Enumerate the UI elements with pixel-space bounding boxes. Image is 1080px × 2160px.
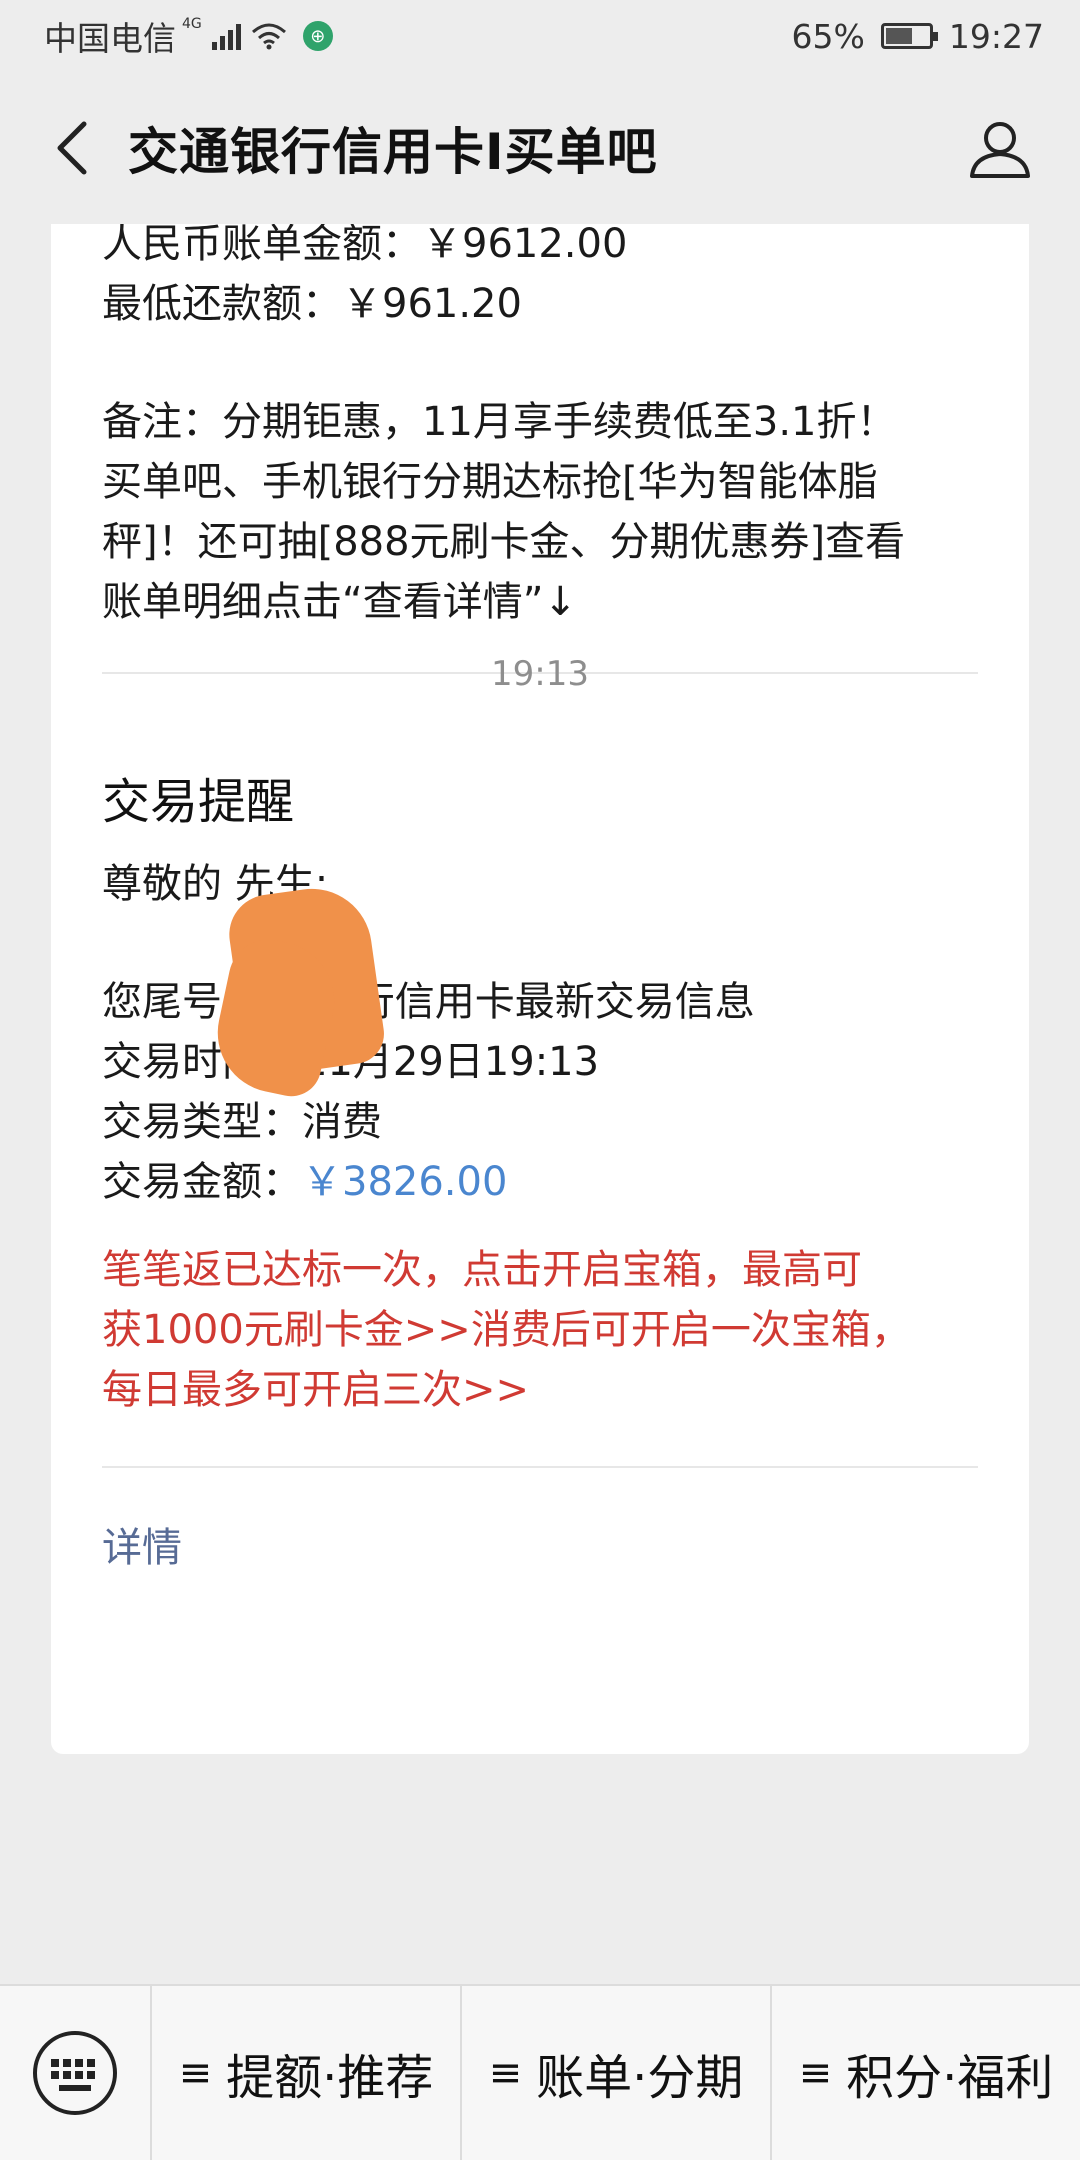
transaction-details-link[interactable]: 详情 bbox=[102, 1468, 978, 1628]
menu-bill-installment[interactable]: ≡ 账单·分期 bbox=[462, 1985, 772, 2160]
note-line: 秤]！还可抽[888元刷卡金、分期优惠券]查看 bbox=[102, 519, 906, 565]
message-list[interactable]: 人民币账单金额：￥9612.00 最低还款额：￥961.20 备注：分期钜惠，1… bbox=[0, 224, 1080, 1984]
menu-list-icon: ≡ bbox=[178, 2050, 213, 2096]
note-line: 买单吧、手机银行分期达标抢[华为智能体脂 bbox=[102, 459, 878, 505]
card-title: 交易提醒 bbox=[102, 774, 295, 830]
keyboard-toggle-button[interactable] bbox=[0, 1985, 152, 2160]
transaction-message-card[interactable]: 交易提醒 尊敬的 先生: 您尾号 交通银行信用卡最新交易信息 交易时间：11月2… bbox=[51, 722, 1029, 1754]
amount-value: ￥3826.00 bbox=[302, 1159, 508, 1205]
greeting: 尊敬的 先生: bbox=[102, 861, 329, 907]
promo-line[interactable]: 获1000元刷卡金>>消费后可开启一次宝箱， bbox=[102, 1300, 978, 1360]
promo-line[interactable]: 笔笔返已达标一次，点击开启宝箱，最高可 bbox=[102, 1240, 978, 1300]
bill-body: 人民币账单金额：￥9612.00 最低还款额：￥961.20 备注：分期钜惠，1… bbox=[102, 224, 978, 632]
back-arrow-icon bbox=[57, 121, 87, 175]
menu-points-benefits[interactable]: ≡ 积分·福利 bbox=[772, 1985, 1080, 2160]
menu-label: 积分·福利 bbox=[846, 2050, 1054, 2106]
person-icon bbox=[970, 122, 1030, 178]
menu-list-icon: ≡ bbox=[488, 2050, 523, 2096]
note-line: 账单明细点击“查看详情”↓ bbox=[102, 579, 577, 625]
keyboard-icon bbox=[33, 2031, 117, 2115]
wifi-icon bbox=[251, 23, 286, 50]
notification-app-icon: ⊕ bbox=[302, 21, 333, 51]
amount-label: 交易金额： bbox=[102, 1159, 302, 1205]
battery-percent: 65% bbox=[791, 16, 865, 56]
bill-amount: 人民币账单金额：￥9612.00 bbox=[102, 224, 628, 267]
menu-label: 提额·推荐 bbox=[226, 2050, 434, 2106]
menu-label: 账单·分期 bbox=[536, 2050, 744, 2106]
nav-bar: 交通银行信用卡I买单吧 bbox=[0, 72, 1080, 224]
bottom-menu: ≡ 提额·推荐 ≡ 账单·分期 ≡ 积分·福利 bbox=[0, 1984, 1080, 2160]
note-line: 备注：分期钜惠，11月享手续费低至3.1折！ bbox=[102, 399, 897, 445]
menu-limit-recommend[interactable]: ≡ 提额·推荐 bbox=[152, 1985, 462, 2160]
carrier-name: 中国电信 bbox=[44, 19, 176, 58]
clock: 19:27 bbox=[948, 16, 1044, 56]
status-right: 65% 19:27 bbox=[792, 17, 1044, 56]
promo-line[interactable]: 每日最多可开启三次>> bbox=[102, 1360, 978, 1420]
page-title: 交通银行信用卡I买单吧 bbox=[128, 123, 658, 181]
transaction-type: 交易类型：消费 bbox=[102, 1099, 382, 1145]
battery-icon bbox=[880, 23, 938, 49]
menu-list-icon: ≡ bbox=[798, 2050, 833, 2096]
minimum-payment: 最低还款额：￥961.20 bbox=[102, 281, 522, 327]
time-separator: 19:13 bbox=[491, 654, 589, 694]
profile-button[interactable] bbox=[950, 98, 1050, 198]
transaction-amount-row: 交易金额：￥3826.00 bbox=[102, 1152, 978, 1212]
status-bar: 中国电信 4G ⊕ 65% 19:27 bbox=[0, 0, 1080, 72]
status-left: 中国电信 4G ⊕ bbox=[44, 12, 333, 60]
signal-icon bbox=[211, 22, 241, 50]
back-button[interactable] bbox=[22, 98, 122, 198]
battery-level bbox=[885, 28, 912, 44]
network-type: 4G bbox=[182, 16, 202, 32]
screen: 中国电信 4G ⊕ 65% 19:27 交通银行信用卡I买单吧 人民币账单金额：… bbox=[0, 0, 1080, 2160]
